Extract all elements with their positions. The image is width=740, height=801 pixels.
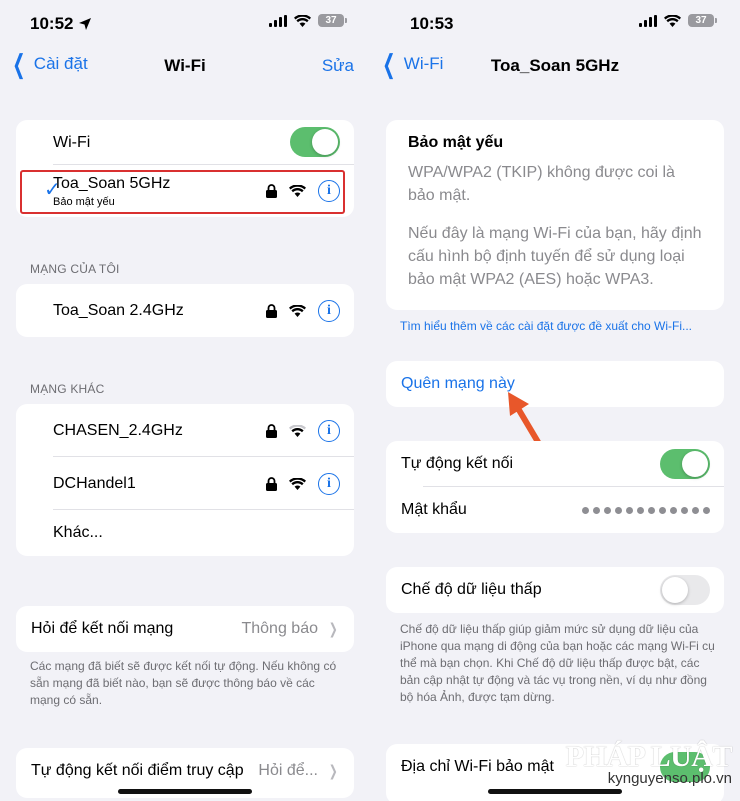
info-icon[interactable]: i bbox=[318, 299, 340, 322]
auto-hotspot-label: Tự động kết nối điểm truy cập bbox=[31, 762, 244, 779]
wifi-signal-icon bbox=[289, 477, 306, 490]
ask-join-card: Hỏi để kết nối mạng Thông báo ❯ bbox=[16, 606, 354, 652]
low-data-label: Chế độ dữ liệu thấp bbox=[401, 581, 542, 598]
low-data-card: Chế độ dữ liệu thấp bbox=[386, 567, 724, 613]
location-arrow-icon bbox=[79, 18, 92, 30]
network-detail-screen: 10:53 37 ❮ Wi-Fi Toa_Soan 5GHz Bảo mật y… bbox=[370, 0, 740, 801]
other-network-label: Khác... bbox=[53, 524, 103, 541]
navigation-bar: ❮ Cài đặt Wi-Fi Sửa bbox=[0, 50, 370, 82]
network-name: Toa_Soan 2.4GHz bbox=[53, 301, 184, 319]
low-data-row: Chế độ dữ liệu thấp bbox=[386, 567, 724, 613]
watermark: PHÁP LUẬT kynguyenso.plo.vn bbox=[565, 740, 733, 787]
private-address-label: Địa chỉ Wi-Fi bảo mật bbox=[401, 758, 554, 775]
lock-icon bbox=[266, 423, 277, 438]
learn-more-link[interactable]: Tìm hiểu thêm về các cài đặt được đề xuấ… bbox=[400, 318, 715, 335]
network-name: CHASEN_2.4GHz bbox=[53, 421, 183, 439]
auto-hotspot-row[interactable]: Tự động kết nối điểm truy cập Hỏi để... … bbox=[16, 748, 354, 794]
info-icon[interactable]: i bbox=[318, 472, 340, 495]
network-name: DCHandel1 bbox=[53, 474, 136, 492]
wifi-signal-icon bbox=[289, 304, 306, 317]
wifi-settings-screen: 10:52 37 ❮ Cài đặt Wi-Fi Sửa Wi-Fi ✓ Toa… bbox=[0, 0, 370, 801]
wifi-status-icon bbox=[294, 14, 311, 27]
other-networks-card: CHASEN_2.4GHz i DCHandel1 i Khác... bbox=[16, 404, 354, 556]
password-dots bbox=[582, 506, 710, 514]
other-network-row[interactable]: Khác... bbox=[16, 510, 354, 556]
watermark-logo: PHÁP LUẬT bbox=[565, 740, 733, 773]
password-row[interactable]: Mật khẩu bbox=[386, 487, 724, 533]
other-networks-header: MẠNG KHÁC bbox=[30, 382, 105, 396]
chevron-right-icon: ❯ bbox=[329, 621, 339, 638]
edit-button[interactable]: Sửa bbox=[322, 56, 354, 76]
wifi-signal-weak-icon bbox=[289, 424, 306, 437]
my-networks-card: Toa_Soan 2.4GHz i bbox=[16, 284, 354, 337]
low-data-footnote: Chế độ dữ liệu thấp giúp giảm mức sử dụn… bbox=[400, 622, 715, 704]
home-indicator bbox=[488, 789, 622, 794]
lock-icon bbox=[266, 476, 277, 491]
wifi-toggle[interactable] bbox=[290, 127, 340, 157]
ask-join-footnote: Các mạng đã biết sẽ được kết nối tự động… bbox=[30, 659, 337, 707]
join-settings-card: Tự động kết nối Mật khẩu bbox=[386, 441, 724, 533]
chevron-right-icon: ❯ bbox=[329, 763, 339, 780]
wifi-toggle-row: Wi-Fi bbox=[16, 120, 354, 165]
password-label: Mật khẩu bbox=[401, 501, 467, 518]
info-icon[interactable]: i bbox=[318, 419, 340, 442]
auto-join-toggle[interactable] bbox=[660, 449, 710, 479]
battery-icon: 37 bbox=[688, 14, 717, 27]
network-row[interactable]: CHASEN_2.4GHz i bbox=[16, 404, 354, 457]
auto-join-row: Tự động kết nối bbox=[386, 441, 724, 487]
battery-icon: 37 bbox=[318, 14, 347, 27]
highlight-box bbox=[20, 170, 345, 214]
status-bar: 10:52 37 bbox=[0, 0, 370, 48]
auto-hotspot-value: Hỏi để... bbox=[258, 762, 318, 779]
warning-advice: Nếu đây là mạng Wi-Fi của bạn, hãy định … bbox=[408, 225, 702, 288]
navigation-bar: ❮ Wi-Fi Toa_Soan 5GHz bbox=[370, 50, 740, 82]
security-warning-card: Bảo mật yếu WPA/WPA2 (TKIP) không được c… bbox=[386, 120, 724, 310]
status-time: 10:52 bbox=[30, 14, 74, 33]
ask-join-row[interactable]: Hỏi để kết nối mạng Thông báo ❯ bbox=[16, 606, 354, 652]
status-time: 10:53 bbox=[410, 14, 454, 33]
cellular-signal-icon bbox=[639, 14, 657, 27]
ask-join-label: Hỏi để kết nối mạng bbox=[31, 620, 174, 637]
cellular-signal-icon bbox=[269, 14, 287, 27]
status-bar: 10:53 37 bbox=[370, 0, 740, 48]
lock-icon bbox=[266, 303, 277, 318]
ask-join-value: Thông báo bbox=[241, 620, 318, 637]
network-row[interactable]: Toa_Soan 2.4GHz i bbox=[16, 284, 354, 337]
page-title: Toa_Soan 5GHz bbox=[490, 56, 620, 75]
network-row[interactable]: DCHandel1 i bbox=[16, 457, 354, 510]
home-indicator bbox=[118, 789, 252, 794]
my-networks-header: MẠNG CỦA TÔI bbox=[30, 262, 120, 276]
warning-title: Bảo mật yếu bbox=[408, 134, 504, 151]
low-data-toggle[interactable] bbox=[660, 575, 710, 605]
page-title: Wi-Fi bbox=[164, 56, 206, 75]
warning-text: WPA/WPA2 (TKIP) không được coi là bảo mậ… bbox=[408, 164, 675, 204]
auto-join-label: Tự động kết nối bbox=[401, 455, 514, 472]
wifi-status-icon bbox=[664, 14, 681, 27]
wifi-label: Wi-Fi bbox=[53, 133, 91, 151]
